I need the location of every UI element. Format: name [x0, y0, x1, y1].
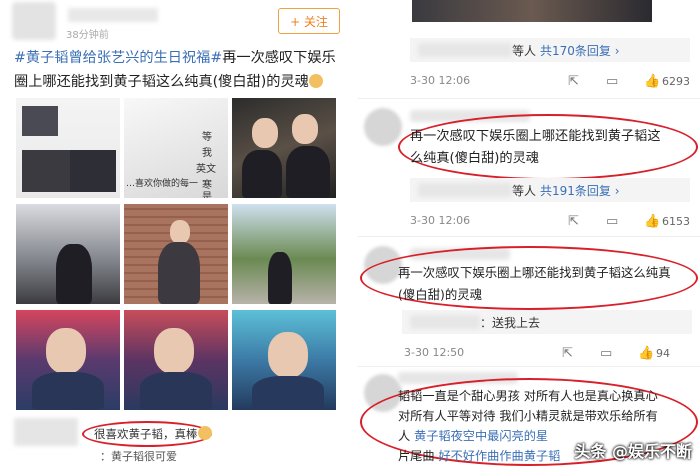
photo-tile-9[interactable]	[232, 310, 336, 410]
post-text: #黄子韬曾给张艺兴的生日祝福#再一次感叹下娱乐圈上哪还能找到黄子韬这么纯真(傻白…	[14, 46, 344, 94]
comment-time: 3-30 12:06	[410, 74, 471, 87]
follow-button[interactable]: + 关注	[278, 8, 340, 34]
comment-icon[interactable]: ▭	[600, 346, 612, 361]
like-count: 94	[656, 347, 670, 360]
emoji-icon	[197, 426, 212, 440]
image-grid: 等 我 英文 寒 是 …喜欢你做的每一	[16, 98, 344, 414]
hashtag-link[interactable]: 黄子韬夜空中最闪亮的星	[414, 429, 548, 443]
divider-line	[358, 98, 700, 99]
photo-tile-8[interactable]	[124, 310, 228, 410]
username[interactable]	[68, 8, 158, 22]
right-comments-panel: 等人 共170条回复 › 3-30 12:06 ⇱ ▭ 👍 6293 再一次感叹…	[358, 0, 700, 470]
photo-tile-2[interactable]: 等 我 英文 寒 是 …喜欢你做的每一	[124, 98, 228, 198]
comment-text: 再一次感叹下娱乐圈上哪还能找到黄子韬这么纯真 (傻白甜)的灵魂	[398, 265, 671, 302]
like-count: 6293	[662, 75, 690, 88]
left-post-panel: 38分钟前 + 关注 #黄子韬曾给张艺兴的生日祝福#再一次感叹下娱乐圈上哪还能找…	[0, 0, 348, 470]
share-icon[interactable]: ⇱	[568, 214, 579, 229]
top-image-strip	[412, 0, 652, 22]
photo-inset	[22, 150, 70, 192]
reply-summary[interactable]: 等人 共191条回复 ›	[410, 178, 690, 202]
thumb-icon	[22, 106, 58, 136]
reply-summary[interactable]: 等人 共170条回复 ›	[410, 38, 690, 62]
reply-summary[interactable]: ：送我上去	[402, 310, 692, 334]
emoji-icon	[308, 74, 323, 88]
avatar[interactable]	[12, 2, 56, 40]
hashtag-link[interactable]: 好不好作曲作曲黄子韬	[438, 449, 560, 463]
tile-text: 我	[202, 148, 212, 159]
photo-tile-1[interactable]	[16, 98, 120, 198]
comment-time: 3-30 12:50	[404, 346, 465, 359]
comment-avatar[interactable]	[14, 418, 78, 446]
like-count: 6153	[662, 215, 690, 228]
photo-tile-3[interactable]	[232, 98, 336, 198]
thumbs-up-icon[interactable]: 👍	[644, 214, 660, 229]
post-time: 38分钟前	[66, 30, 109, 41]
comment-meta: 3-30 12:06 ⇱ ▭ 👍 6153	[410, 214, 696, 230]
photo-tile-7[interactable]	[16, 310, 120, 410]
comment-text: 再一次感叹下娱乐圈上哪还能找到黄子韬这 么纯真(傻白甜)的灵魂	[410, 129, 661, 166]
tile-text: 是	[202, 192, 212, 198]
share-icon[interactable]: ⇱	[562, 346, 573, 361]
thumbs-up-icon[interactable]: 👍	[644, 74, 660, 89]
view-replies-link[interactable]: 共170条回复 ›	[540, 42, 620, 59]
post-header: 38分钟前 + 关注	[12, 2, 342, 42]
comment-icon[interactable]: ▭	[606, 214, 618, 229]
photo-tile-6[interactable]	[232, 204, 336, 304]
photo-tile-5[interactable]	[124, 204, 228, 304]
hashtag-link[interactable]: #黄子韬曾给张艺兴的生日祝福#	[14, 50, 222, 66]
comment-text: ：黄子韬很可爱	[100, 450, 177, 463]
thumbs-up-icon[interactable]: 👍	[638, 346, 654, 361]
divider-line	[358, 366, 700, 367]
divider-line	[358, 236, 700, 237]
view-replies-link[interactable]: 共191条回复 ›	[540, 182, 620, 199]
comment-icon[interactable]: ▭	[606, 74, 618, 89]
tile-text: 英文	[196, 164, 216, 175]
comment-meta: 3-30 12:50 ⇱ ▭ 👍 94	[404, 346, 690, 362]
photo-inset	[70, 150, 116, 192]
photo-tile-4[interactable]	[16, 204, 120, 304]
watermark-text: 头条 @娱乐不断	[574, 442, 692, 461]
share-icon[interactable]: ⇱	[568, 74, 579, 89]
tile-text: 等	[202, 132, 212, 143]
comment-time: 3-30 12:06	[410, 214, 471, 227]
comment-text: 很喜欢黄子韬，真棒	[94, 426, 212, 442]
comment-meta: 3-30 12:06 ⇱ ▭ 👍 6293	[410, 74, 696, 90]
avatar[interactable]	[364, 108, 402, 146]
tile-text: …喜欢你做的每一	[126, 179, 199, 189]
